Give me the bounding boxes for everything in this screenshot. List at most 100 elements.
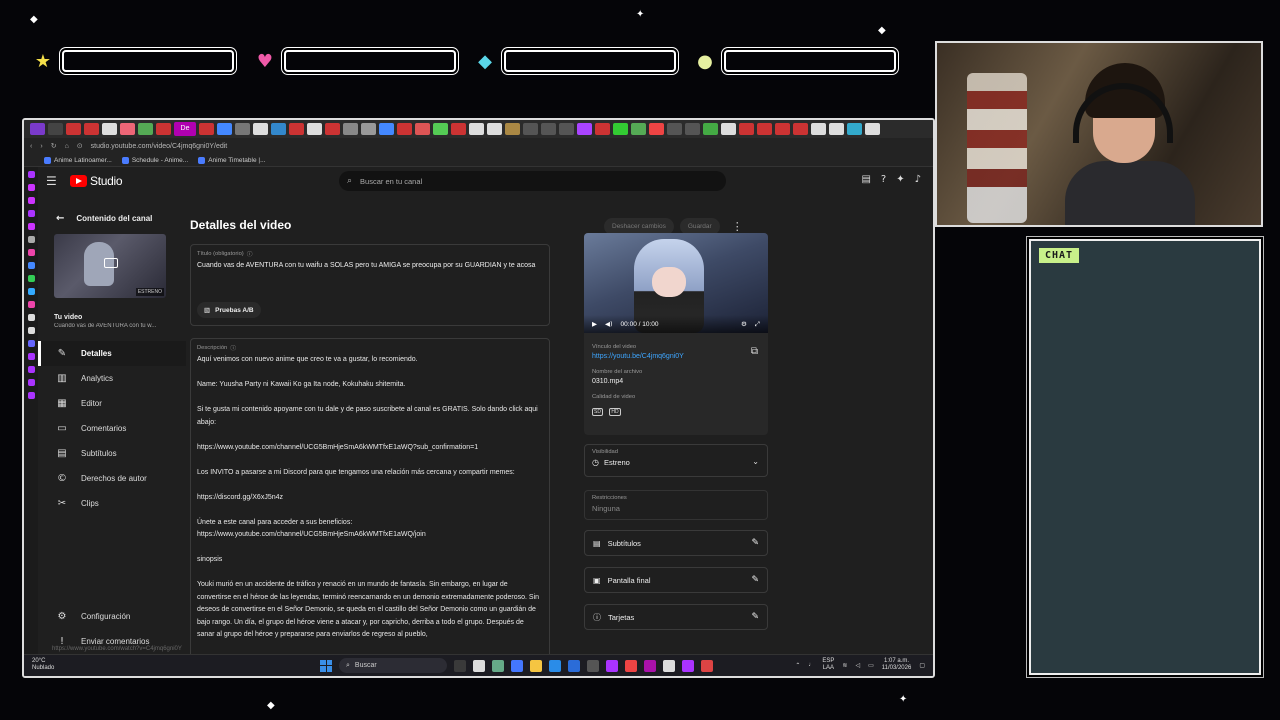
tab[interactable]: [271, 123, 286, 135]
app-icon[interactable]: [587, 659, 599, 672]
tab[interactable]: [379, 123, 394, 135]
nav-item-analytics[interactable]: ▥ Analytics: [38, 366, 186, 391]
tab[interactable]: [865, 123, 880, 135]
app-icon[interactable]: [27, 223, 35, 230]
gear-icon[interactable]: ⚙: [741, 320, 747, 328]
tab[interactable]: [523, 123, 538, 135]
tab[interactable]: [595, 123, 610, 135]
language-indicator[interactable]: ESP LAA: [822, 658, 834, 672]
tab[interactable]: [361, 123, 376, 135]
app-icon[interactable]: [27, 379, 35, 386]
app-icon[interactable]: [27, 275, 35, 282]
browser-icon[interactable]: [644, 659, 656, 672]
video-thumbnail[interactable]: ESTRENO: [54, 234, 166, 298]
weather-widget[interactable]: 20°C Nublado: [32, 658, 54, 672]
tab[interactable]: [541, 123, 556, 135]
tab[interactable]: [120, 123, 135, 135]
pencil-icon[interactable]: ✎: [751, 538, 759, 548]
address-bar[interactable]: ‹ › ↻ ⌂ ⊙ studio.youtube.com/video/C4jmq…: [24, 138, 933, 154]
description-body[interactable]: Aquí venimos con nuevo anime que creo te…: [197, 354, 543, 642]
help-icon[interactable]: ⓘ: [247, 249, 253, 258]
video-link[interactable]: https://youtu.be/C4jmq6gni0Y: [592, 353, 760, 360]
app-icon[interactable]: [682, 659, 694, 672]
play-icon[interactable]: ▶: [592, 320, 597, 328]
app-icon[interactable]: [473, 659, 485, 672]
tab-strip[interactable]: De: [24, 120, 933, 138]
app-icon[interactable]: [27, 353, 35, 360]
tab[interactable]: [102, 123, 117, 135]
description-field[interactable]: Descripción ⓘ Aquí venimos con nuevo anim…: [190, 338, 550, 658]
windows-start-icon[interactable]: [320, 659, 332, 672]
tab[interactable]: [397, 123, 412, 135]
home-icon[interactable]: ⌂: [65, 143, 69, 150]
tab[interactable]: [199, 123, 214, 135]
nav-item-clips[interactable]: ✂ Clips: [38, 491, 186, 516]
back-icon[interactable]: ‹: [30, 143, 32, 150]
app-icon[interactable]: [27, 327, 35, 334]
tab[interactable]: [469, 123, 484, 135]
tab[interactable]: [703, 123, 718, 135]
app-icon[interactable]: [27, 314, 35, 321]
tab[interactable]: [775, 123, 790, 135]
tab[interactable]: [613, 123, 628, 135]
app-icon[interactable]: [663, 659, 675, 672]
app-icon[interactable]: [27, 288, 35, 295]
nav-item-comments[interactable]: ▭ Comentarios: [38, 416, 186, 441]
obs-icon[interactable]: [701, 659, 713, 672]
video-player[interactable]: ▶ ◀) 00:00 / 10:00 ⚙ ⤢: [584, 233, 768, 333]
subtitles-row[interactable]: ▤ Subtítulos ✎: [584, 530, 768, 556]
sparkle-icon[interactable]: ✦: [896, 174, 904, 185]
app-icon[interactable]: [27, 210, 35, 217]
app-icon[interactable]: [27, 301, 35, 308]
app-icon[interactable]: [492, 659, 504, 672]
app-icon[interactable]: [27, 197, 35, 204]
title-value[interactable]: Cuando vas de AVENTURA con tu waifu a SO…: [197, 260, 543, 273]
ab-test-button[interactable]: ▧ Pruebas A/B: [197, 302, 261, 318]
more-options-icon[interactable]: ⋮: [732, 220, 743, 233]
file-explorer-icon[interactable]: [530, 659, 542, 672]
tab[interactable]: [685, 123, 700, 135]
tab[interactable]: [739, 123, 754, 135]
app-icon[interactable]: [27, 340, 35, 347]
copy-icon[interactable]: ⧉: [751, 346, 758, 357]
bell-icon[interactable]: ♪: [915, 174, 921, 185]
back-to-content[interactable]: ← Contenido del canal: [38, 208, 186, 228]
tab[interactable]: [289, 123, 304, 135]
tab[interactable]: [30, 123, 45, 135]
help-icon[interactable]: ?: [881, 174, 886, 185]
tab[interactable]: [793, 123, 808, 135]
tab[interactable]: [667, 123, 682, 135]
forward-icon[interactable]: ›: [40, 143, 42, 150]
tab[interactable]: [253, 123, 268, 135]
edge-icon[interactable]: [549, 659, 561, 672]
nav-item-copyright[interactable]: © Derechos de autor: [38, 466, 186, 491]
clock[interactable]: 1:07 a.m. 11/03/2026: [882, 658, 912, 672]
search-input[interactable]: ⌕ Buscar en tu canal: [339, 171, 726, 191]
tab[interactable]: [48, 123, 63, 135]
nav-item-editor[interactable]: ▦ Editor: [38, 391, 186, 416]
app-icon[interactable]: [27, 171, 35, 178]
wifi-icon[interactable]: ≋: [842, 662, 847, 669]
reload-icon[interactable]: ↻: [51, 142, 57, 150]
notifications-icon[interactable]: ▢: [919, 662, 925, 669]
pencil-icon[interactable]: ✎: [751, 575, 759, 585]
tab[interactable]: [649, 123, 664, 135]
pencil-icon[interactable]: ✎: [751, 612, 759, 622]
nav-item-details[interactable]: ✎ Detalles: [38, 341, 186, 366]
tab[interactable]: [847, 123, 862, 135]
tab[interactable]: [829, 123, 844, 135]
bookmark[interactable]: Schedule - Anime...: [121, 156, 188, 164]
app-icon[interactable]: [27, 392, 35, 399]
tab[interactable]: [811, 123, 826, 135]
volume-icon[interactable]: ◀): [605, 320, 613, 328]
tab[interactable]: [138, 123, 153, 135]
app-icon[interactable]: [27, 184, 35, 191]
visibility-select[interactable]: Visibilidad ◷ Estreno ⌄: [584, 444, 768, 477]
mic-icon[interactable]: ♩: [808, 662, 814, 668]
nav-item-settings[interactable]: ⚙ Configuración: [38, 604, 186, 629]
tab[interactable]: [559, 123, 574, 135]
tab[interactable]: [343, 123, 358, 135]
url-text[interactable]: studio.youtube.com/video/C4jmq6gni0Y/edi…: [91, 143, 228, 150]
task-view-icon[interactable]: [454, 659, 466, 672]
word-icon[interactable]: [568, 659, 580, 672]
